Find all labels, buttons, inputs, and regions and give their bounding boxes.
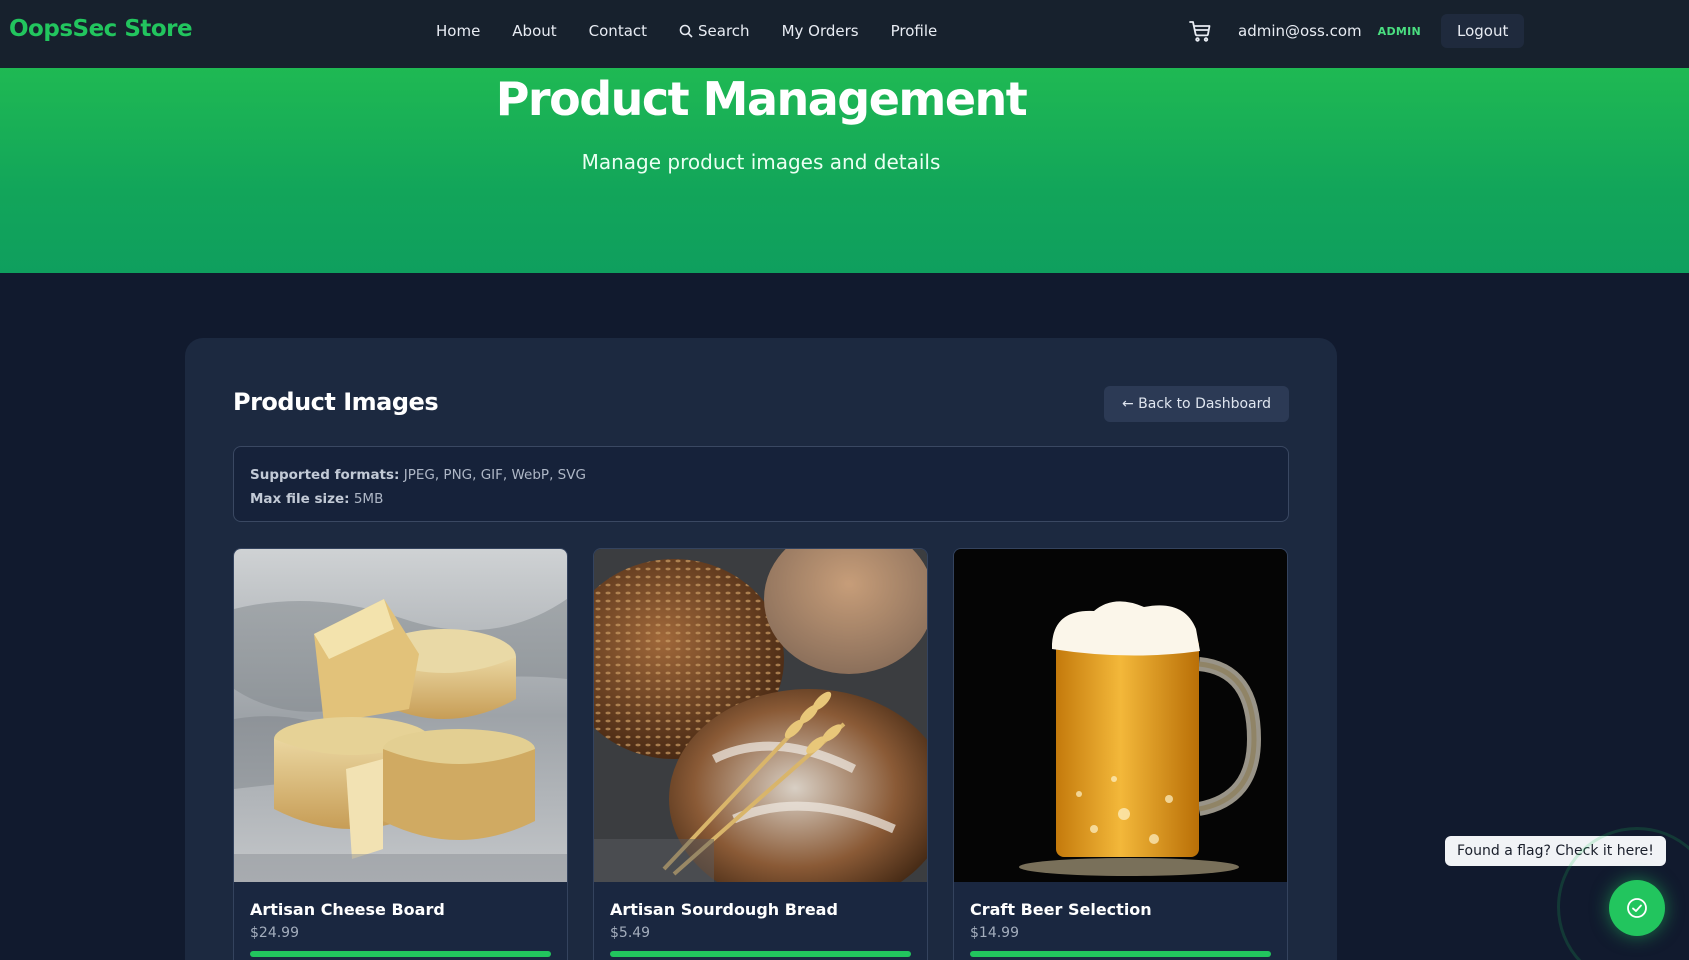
page-title: Product Management <box>495 72 1028 126</box>
check-circle-icon <box>1627 898 1647 918</box>
nav-home-link[interactable]: Home <box>436 22 480 40</box>
flag-check-button[interactable] <box>1609 880 1665 936</box>
cart-icon[interactable] <box>1188 19 1212 43</box>
product-name: Artisan Sourdough Bread <box>610 900 838 919</box>
brand-logo[interactable]: OopsSec Store <box>9 16 193 42</box>
formats-value: JPEG, PNG, GIF, WebP, SVG <box>403 467 586 483</box>
nav-about-link[interactable]: About <box>512 22 556 40</box>
nav-search-link[interactable]: Search <box>679 22 750 40</box>
nav-links: Home About Contact Search My Orders Prof… <box>436 0 937 62</box>
size-label: Max file size: <box>250 491 350 507</box>
product-name: Craft Beer Selection <box>970 900 1152 919</box>
formats-line: Supported formats: JPEG, PNG, GIF, WebP,… <box>250 463 1272 487</box>
upload-info-box: Supported formats: JPEG, PNG, GIF, WebP,… <box>233 446 1289 522</box>
hero-banner: Product Management Manage product images… <box>0 68 1689 273</box>
search-icon <box>679 24 693 38</box>
role-badge: ADMIN <box>1377 24 1422 38</box>
nav-user-area: admin@oss.com ADMIN Logout <box>1188 0 1525 62</box>
size-value: 5MB <box>353 491 384 507</box>
size-line: Max file size: 5MB <box>250 487 1272 511</box>
beer-image[interactable] <box>954 549 1287 882</box>
product-card[interactable]: Artisan Sourdough Bread $5.49 <box>593 548 928 960</box>
product-price: $14.99 <box>970 925 1019 941</box>
back-to-dashboard-button[interactable]: ← Back to Dashboard <box>1104 386 1289 422</box>
nav-search-label: Search <box>698 22 750 40</box>
upload-button[interactable] <box>610 951 911 957</box>
product-card[interactable]: Artisan Cheese Board $24.99 <box>233 548 568 960</box>
cheese-image[interactable] <box>234 549 567 882</box>
formats-label: Supported formats: <box>250 467 400 483</box>
section-title: Product Images <box>233 388 439 416</box>
product-images-panel: Product Images ← Back to Dashboard Suppo… <box>185 338 1337 960</box>
user-email: admin@oss.com <box>1238 22 1362 40</box>
nav-contact-link[interactable]: Contact <box>589 22 647 40</box>
upload-button[interactable] <box>970 951 1271 957</box>
product-name: Artisan Cheese Board <box>250 900 445 919</box>
navbar: OopsSec Store Home About Contact Search … <box>0 0 1689 68</box>
bread-image[interactable] <box>594 549 927 882</box>
product-card-grid: Artisan Cheese Board $24.99 Artisan Sour… <box>233 548 1289 960</box>
logout-button[interactable]: Logout <box>1441 14 1525 48</box>
nav-my-orders-link[interactable]: My Orders <box>782 22 859 40</box>
nav-profile-link[interactable]: Profile <box>891 22 938 40</box>
product-card[interactable]: Craft Beer Selection $14.99 <box>953 548 1288 960</box>
page-subtitle: Manage product images and details <box>581 150 941 174</box>
product-price: $5.49 <box>610 925 651 941</box>
product-price: $24.99 <box>250 925 299 941</box>
upload-button[interactable] <box>250 951 551 957</box>
